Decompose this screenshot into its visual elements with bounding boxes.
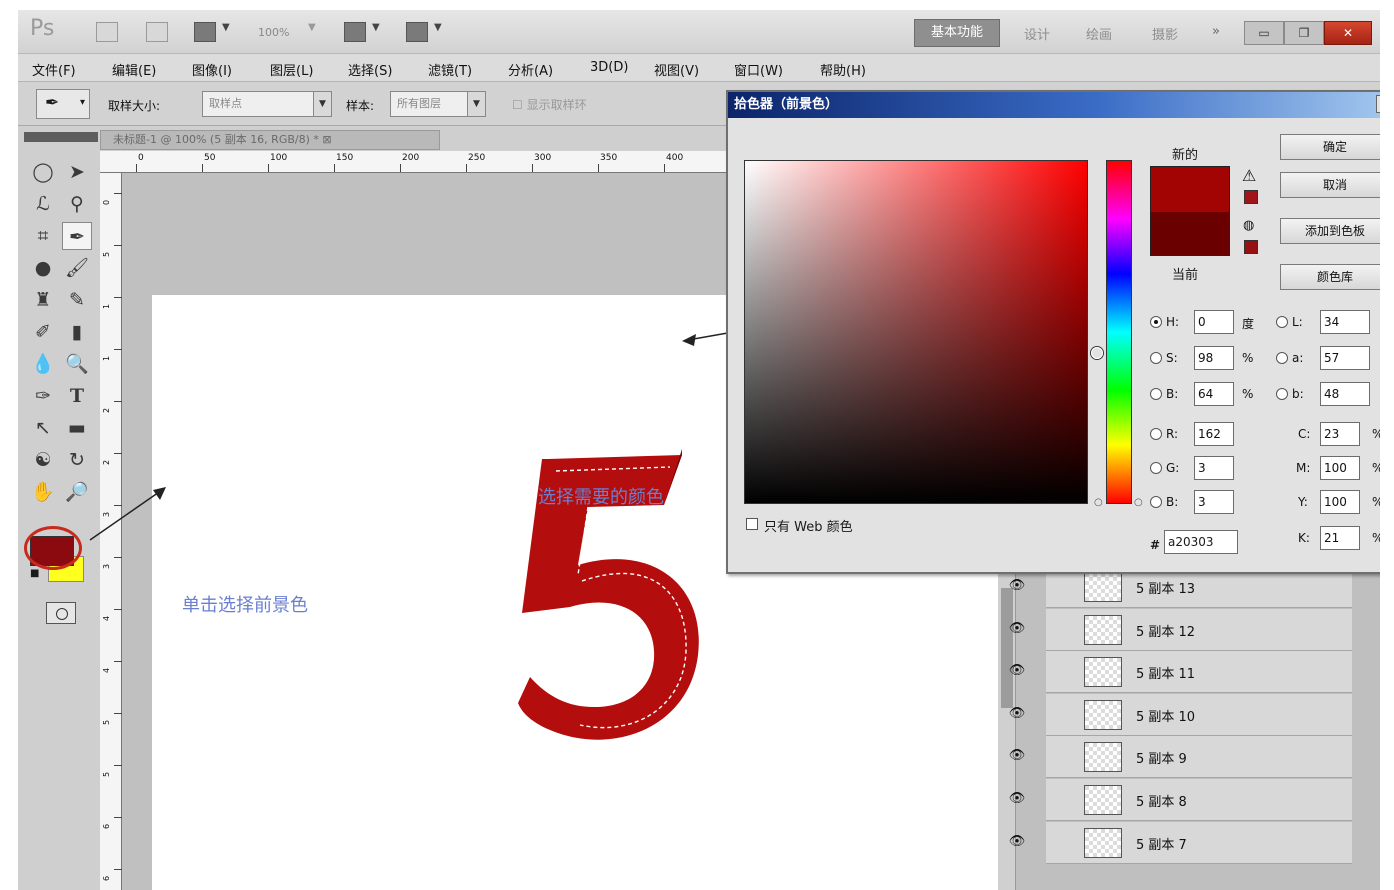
label-l: L: — [1292, 315, 1303, 329]
label-m: M: — [1296, 461, 1311, 475]
label-r: R: — [1166, 427, 1179, 441]
hue-slider-right-handle[interactable]: ○ — [1134, 497, 1143, 508]
arrow-line-fg — [89, 489, 163, 541]
color-picker-dialog: 拾色器（前景色） X ○ ○ 新的 当前 ⚠ ◍ 确定 取消 添加到色板 颜色库… — [726, 90, 1380, 574]
input-blue[interactable]: 3 — [1194, 490, 1234, 514]
label-b: B: — [1166, 387, 1179, 401]
input-lab-b[interactable]: 48 — [1320, 382, 1370, 406]
radio-lab-b[interactable] — [1276, 388, 1288, 400]
unit-pct: % — [1242, 351, 1254, 365]
input-g[interactable]: 3 — [1194, 456, 1234, 480]
hex-input[interactable]: a20303 — [1164, 530, 1238, 554]
new-color-swatch — [1150, 166, 1230, 212]
arrow-head-fg — [153, 487, 166, 500]
gamut-swatch[interactable] — [1244, 190, 1258, 204]
label-y: Y: — [1298, 495, 1308, 509]
arrow-head-pick — [682, 334, 696, 346]
hue-slider-left-handle[interactable]: ○ — [1094, 497, 1103, 508]
checkbox-icon[interactable] — [746, 518, 758, 530]
label-c: C: — [1298, 427, 1311, 441]
label-lab-b: b: — [1292, 387, 1304, 401]
radio-green[interactable] — [1150, 462, 1162, 474]
add-to-swatches-button[interactable]: 添加到色板 — [1280, 218, 1380, 244]
radio-l[interactable] — [1276, 316, 1288, 328]
cancel-button[interactable]: 取消 — [1280, 172, 1380, 198]
input-k[interactable]: 21 — [1320, 526, 1360, 550]
current-color-swatch[interactable] — [1150, 212, 1230, 256]
input-r[interactable]: 162 — [1194, 422, 1234, 446]
ok-button[interactable]: 确定 — [1280, 134, 1380, 160]
unit-pct: % — [1372, 461, 1380, 475]
current-color-label: 当前 — [1172, 268, 1199, 283]
color-marker[interactable] — [1091, 347, 1103, 359]
unit-pct: % — [1242, 387, 1254, 401]
radio-a[interactable] — [1276, 352, 1288, 364]
unit-pct: % — [1372, 427, 1380, 441]
unit-deg: 度 — [1242, 317, 1255, 331]
web-safe-swatch[interactable] — [1244, 240, 1258, 254]
input-y[interactable]: 100 — [1320, 490, 1360, 514]
input-l[interactable]: 34 — [1320, 310, 1370, 334]
hue-slider[interactable] — [1106, 160, 1132, 504]
label-s: S: — [1166, 351, 1178, 365]
label-blue: B: — [1166, 495, 1179, 509]
label-a: a: — [1292, 351, 1304, 365]
new-color-label: 新的 — [1172, 148, 1199, 163]
input-s[interactable]: 98 — [1194, 346, 1234, 370]
unit-pct: % — [1372, 495, 1380, 509]
web-safe-icon[interactable]: ◍ — [1243, 218, 1254, 233]
radio-hue[interactable] — [1150, 316, 1162, 328]
label-h: H: — [1166, 315, 1180, 329]
input-b[interactable]: 64 — [1194, 382, 1234, 406]
web-colors-only-label: 只有 Web 颜色 — [764, 520, 853, 535]
color-libraries-button[interactable]: 颜色库 — [1280, 264, 1380, 290]
dialog-close-button[interactable]: X — [1376, 95, 1380, 113]
dialog-title: 拾色器（前景色） — [734, 97, 839, 112]
label-g: G: — [1166, 461, 1180, 475]
radio-red[interactable] — [1150, 428, 1162, 440]
input-c[interactable]: 23 — [1320, 422, 1360, 446]
input-m[interactable]: 100 — [1320, 456, 1360, 480]
hex-label: # — [1150, 538, 1161, 552]
saturation-brightness-field[interactable] — [744, 160, 1103, 504]
radio-blue[interactable] — [1150, 496, 1162, 508]
unit-pct: % — [1372, 531, 1380, 545]
radio-saturation[interactable] — [1150, 352, 1162, 364]
dialog-title-bar[interactable]: 拾色器（前景色） X — [728, 92, 1380, 118]
radio-brightness[interactable] — [1150, 388, 1162, 400]
input-a[interactable]: 57 — [1320, 346, 1370, 370]
input-h[interactable]: 0 — [1194, 310, 1234, 334]
label-k: K: — [1298, 531, 1310, 545]
gamut-warning-icon[interactable]: ⚠ — [1242, 166, 1256, 185]
photoshop-window: Ps ▼ 100% ▼ ▼ ▼ 基本功能 设计 绘画 摄影 » ▭ ❐ ✕ 文件… — [18, 10, 1380, 890]
